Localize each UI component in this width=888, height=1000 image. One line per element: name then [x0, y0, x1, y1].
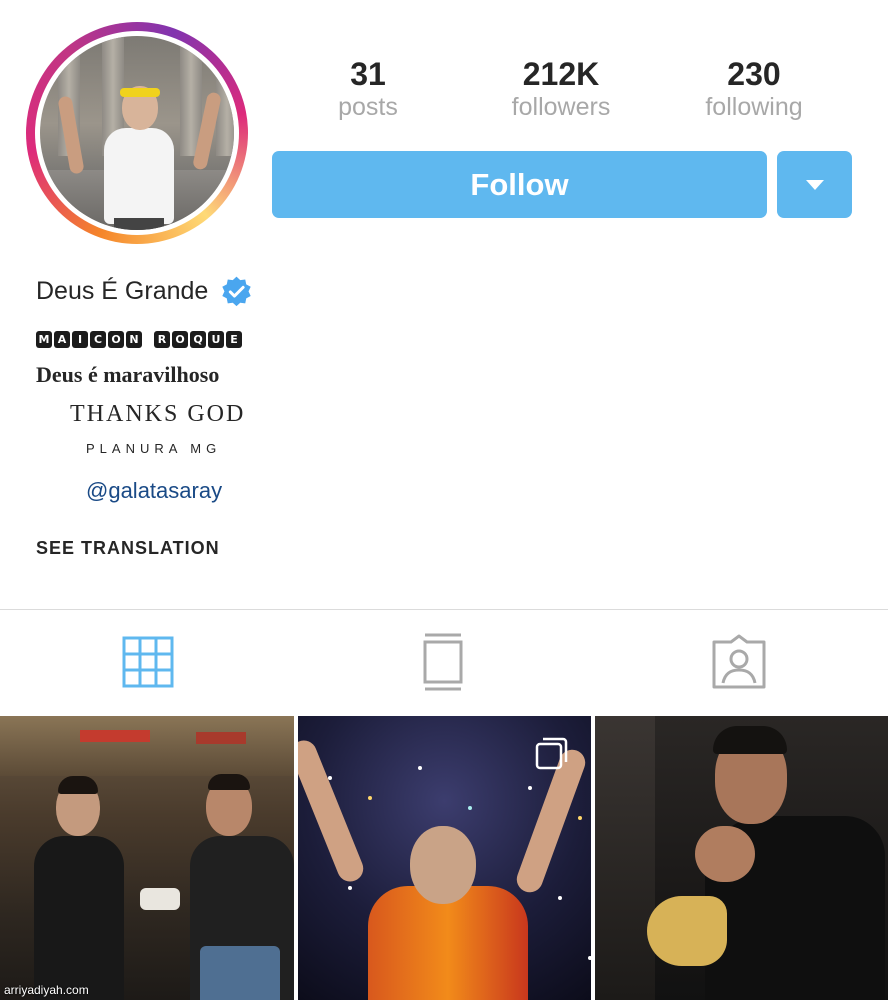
- letter-tile: U: [208, 331, 224, 348]
- bio-word-1: M A I C O N: [36, 331, 142, 348]
- profile-name-row: Deus É Grande: [36, 275, 253, 308]
- multiple-photos-icon: [535, 737, 568, 770]
- bio-line-1: Deus é maravilhoso: [36, 362, 220, 387]
- bio-line-2: THANKS GOD: [70, 401, 246, 427]
- stat-following[interactable]: 230 following: [664, 56, 844, 122]
- followers-label: followers: [511, 93, 611, 121]
- grid-icon: [122, 636, 174, 688]
- bio-stylized-name: M A I C O N R O Q U E: [36, 331, 242, 348]
- followers-count: 212K: [522, 56, 600, 92]
- suggestions-dropdown-button[interactable]: [777, 151, 852, 218]
- letter-tile: R: [154, 331, 170, 348]
- watermark-text: arriyadiyah.com: [4, 983, 89, 997]
- follow-button[interactable]: Follow: [272, 151, 767, 218]
- bio-word-2: R O Q U E: [154, 331, 242, 348]
- letter-tile: C: [90, 331, 106, 348]
- bio-line-3: PLANURA MG: [86, 441, 222, 456]
- post-thumbnail[interactable]: arriyadiyah.com: [0, 716, 294, 1000]
- stat-posts: 31 posts: [278, 56, 458, 122]
- tab-bar-divider: [0, 609, 888, 610]
- profile-avatar[interactable]: [26, 22, 248, 244]
- following-count: 230: [727, 56, 781, 92]
- letter-tile: Q: [190, 331, 206, 348]
- verified-badge-icon: [222, 276, 252, 307]
- feed-icon: [423, 633, 463, 691]
- avatar-border: [35, 31, 239, 235]
- letter-tile: E: [226, 331, 242, 348]
- letter-tile: M: [36, 331, 52, 348]
- bio-mention-link[interactable]: @galatasaray: [86, 478, 222, 504]
- letter-tile: O: [108, 331, 124, 348]
- see-translation-link[interactable]: SEE TRANSLATION: [36, 538, 220, 559]
- following-label: following: [705, 93, 803, 121]
- letter-tile: O: [172, 331, 188, 348]
- posts-count: 31: [350, 56, 386, 92]
- letter-tile: A: [54, 331, 70, 348]
- tab-feed[interactable]: [411, 630, 475, 694]
- stat-followers[interactable]: 212K followers: [471, 56, 651, 122]
- avatar-photo: [40, 36, 234, 230]
- tagged-icon: [712, 634, 766, 689]
- letter-tile: N: [126, 331, 142, 348]
- profile-display-name: Deus É Grande: [36, 277, 209, 305]
- caret-down-icon: [805, 179, 824, 190]
- post-thumbnail[interactable]: [595, 716, 888, 1000]
- post-thumbnail[interactable]: [298, 716, 591, 1000]
- posts-label: posts: [338, 93, 398, 121]
- tab-grid[interactable]: [116, 630, 180, 694]
- tab-tagged[interactable]: [707, 630, 771, 694]
- letter-tile: I: [72, 331, 88, 348]
